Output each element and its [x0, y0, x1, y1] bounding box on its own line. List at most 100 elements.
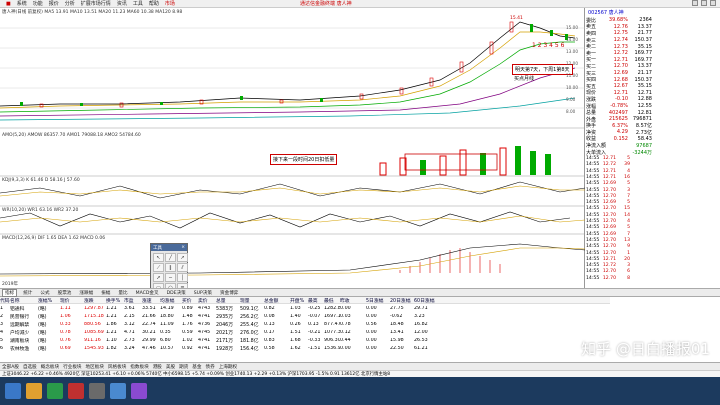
trading-app-icon[interactable] [68, 383, 84, 399]
column-header[interactable]: 总金额 [264, 297, 290, 304]
tab-region[interactable]: 地区板块 [86, 364, 104, 370]
tab-stats[interactable]: 统计 [21, 290, 34, 296]
table-row[interactable]: 1 铝通科 (略) 1.11 1297.87 1.21 3.61 33.51 14.19 0.89… [0, 304, 610, 312]
quote-row: 买四 12.68 150.37 [586, 76, 652, 84]
channel-tool-icon[interactable]: ⫽ [177, 263, 188, 272]
chart-area[interactable]: 唐人神(日线 前复权) MA5 13.91 MA10 13.51 MA20 11… [0, 8, 585, 288]
arrow-tool-icon[interactable]: ➚ [153, 273, 164, 282]
table-row[interactable]: 4 户均减少 (略) 0.78 1085.69 1.21 4.71 30.21 0.35 0.59… [0, 328, 610, 336]
hline-tool-icon[interactable]: ─ [165, 273, 176, 282]
column-header[interactable]: 涨速 [142, 297, 160, 304]
table-cell: 27.75 [390, 305, 404, 311]
tab-concept[interactable]: 概念板块 [41, 364, 59, 370]
column-header[interactable]: 涨幅% [38, 297, 60, 304]
minimize-icon[interactable] [692, 0, 698, 6]
column-header[interactable]: 开盘% [290, 297, 308, 304]
menu-news[interactable]: 资讯 [117, 0, 127, 7]
menu-analysis[interactable]: 分析 [65, 0, 75, 7]
tick-cell: 14:55 [586, 181, 600, 187]
tick-cell: 12.69 [602, 225, 616, 231]
column-header[interactable]: 20日涨幅 [390, 297, 414, 304]
tab-index[interactable]: 指数板块 [130, 364, 148, 370]
tab-bond[interactable]: 债券 [206, 364, 215, 370]
column-header[interactable]: 涨跌 [84, 297, 106, 304]
column-header[interactable]: 60日涨幅 [414, 297, 438, 304]
media-icon[interactable] [131, 383, 147, 399]
tab-futures[interactable]: 期货 [179, 364, 188, 370]
tab-formula[interactable]: 公式 [38, 290, 51, 296]
close-icon[interactable] [710, 0, 716, 6]
tab-options[interactable]: 上海期权 [219, 364, 237, 370]
vline-tool-icon[interactable]: │ [177, 273, 188, 282]
tab-fund[interactable]: 基金 [192, 364, 201, 370]
wr-line-2 [0, 215, 585, 223]
app-icon[interactable] [89, 383, 105, 399]
tab-macd[interactable]: MACD金叉 [134, 290, 161, 296]
tab-hk[interactable]: 港股 [153, 364, 162, 370]
column-header[interactable]: 现价 [60, 297, 84, 304]
column-header[interactable]: 最低 [324, 297, 340, 304]
toolbox-close-icon[interactable]: × [181, 245, 185, 250]
tab-all-a[interactable]: 全部A股 [2, 364, 19, 370]
ray-tool-icon[interactable]: ↗ [177, 253, 188, 262]
column-header[interactable]: 昨收 [340, 297, 366, 304]
table-cell: 4745 [198, 329, 211, 335]
table-cell: 0.78 [60, 329, 71, 335]
table-cell: 1536.96 [324, 345, 340, 351]
tab-amplitude[interactable]: 振幅 [99, 290, 112, 296]
column-header[interactable]: 市盈 [124, 297, 142, 304]
line-tool-icon[interactable]: ╱ [165, 253, 176, 262]
menu-quote[interactable]: 报价 [49, 0, 59, 7]
column-header[interactable]: 名称 [10, 297, 38, 304]
tick-cell: 13 [624, 237, 630, 243]
parallel-tool-icon[interactable]: ∥ [165, 263, 176, 272]
tab-volume-ratio[interactable]: 量比 [116, 290, 129, 296]
menu-help[interactable]: 帮助 [149, 0, 159, 7]
candlesticks [20, 21, 568, 108]
tab-sup[interactable]: SUP决策 [192, 290, 214, 296]
toolbox-titlebar[interactable]: 工具 × [151, 244, 187, 251]
word-icon[interactable] [110, 383, 126, 399]
tab-indicator[interactable]: 指标 [2, 288, 18, 297]
column-header[interactable]: 卖价 [198, 297, 216, 304]
explorer-icon[interactable] [26, 383, 42, 399]
menu-extended-market[interactable]: 扩展市场行情 [81, 0, 111, 7]
tab-style[interactable]: 风格板块 [108, 364, 126, 370]
menu-system[interactable]: 系统 [17, 0, 27, 7]
column-header[interactable]: 买价 [182, 297, 198, 304]
table-cell: 1.21 [106, 313, 117, 319]
tab-capital[interactable]: 资金博弈 [218, 290, 240, 296]
table-row[interactable]: 3 远期解禁 (略) 0.33 880.56 1.86 3.12 22.74 11.09 1.76… [0, 320, 610, 328]
table-cell: 6.80 [160, 337, 171, 343]
column-header[interactable]: 5日涨幅 [366, 297, 390, 304]
tick-cell: 9 [627, 244, 630, 250]
column-header[interactable]: 均涨幅 [160, 297, 182, 304]
tab-us[interactable]: 美股 [166, 364, 175, 370]
tab-change[interactable]: 涨跌幅 [77, 290, 95, 296]
column-header[interactable]: 现量 [240, 297, 264, 304]
table-cell: 4743 [198, 305, 211, 311]
sector-table[interactable]: 代码 名称 涨幅% 现价 涨跌 换手% 市盈 涨速 均涨幅 买价 卖价 总量 现量 总金额 开盘% 最高 最低昨… [0, 297, 610, 362]
menu-tools[interactable]: 工具 [133, 0, 143, 7]
tab-dde[interactable]: DDE决策 [165, 290, 188, 296]
market-tab[interactable]: 市场 [165, 0, 175, 7]
kline-chart[interactable] [0, 8, 585, 288]
tab-stock-pool[interactable]: 股票池 [56, 290, 74, 296]
start-icon[interactable] [5, 383, 21, 399]
table-body: 1 铝通科 (略) 1.11 1297.87 1.21 3.61 33.51 14.19 0.89… [0, 304, 610, 352]
table-row[interactable]: 6 农林牧渔 (略) 0.69 1545.93 1.82 3.24 47.46 10.57 0.9… [0, 344, 610, 352]
maximize-icon[interactable] [701, 0, 707, 6]
browser-icon[interactable] [47, 383, 63, 399]
column-header[interactable]: 最高 [308, 297, 324, 304]
table-row[interactable]: 2 民营银行 (略) 1.06 1715.18 1.21 2.15 21.66 18.80 1.4… [0, 312, 610, 320]
table-cell: 1.68 [290, 337, 301, 343]
tab-watchlist[interactable]: 自选股 [23, 364, 37, 370]
menu-function[interactable]: 功能 [33, 0, 43, 7]
table-row[interactable]: 5 湖南板块 (略) 0.76 911.16 1.10 2.73 29.99 6.80 1.02 4… [0, 336, 610, 344]
column-header[interactable]: 代码 [0, 297, 10, 304]
column-header[interactable]: 总量 [216, 297, 240, 304]
cursor-tool-icon[interactable]: ↖ [153, 253, 164, 262]
tab-industry[interactable]: 行业板块 [63, 364, 81, 370]
column-header[interactable]: 换手% [106, 297, 124, 304]
segment-tool-icon[interactable]: ⟋ [153, 263, 164, 272]
